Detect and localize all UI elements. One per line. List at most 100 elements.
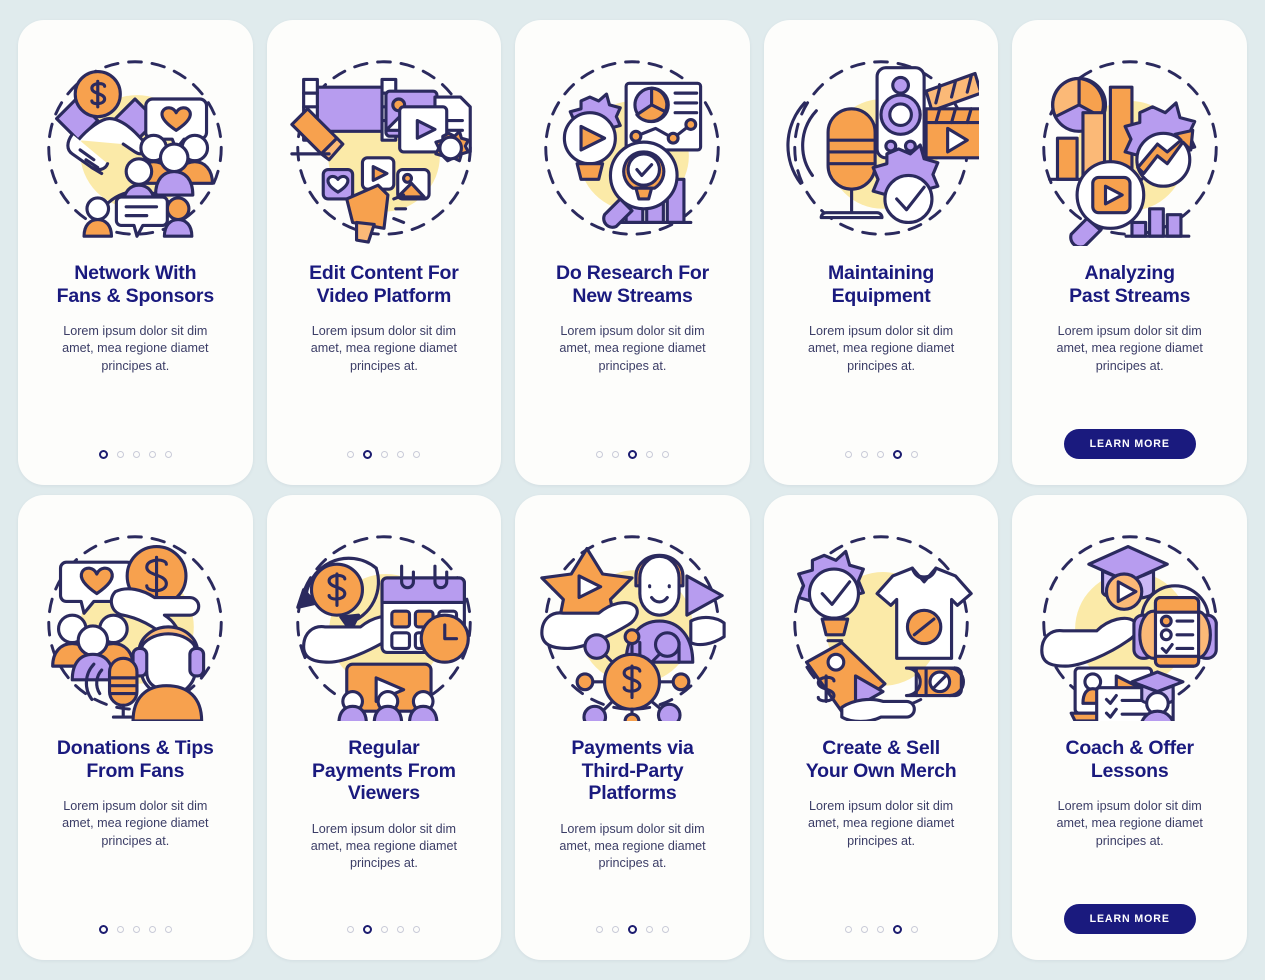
pagination-dot-4[interactable] bbox=[645, 451, 653, 458]
pagination-dot-2[interactable] bbox=[860, 926, 868, 933]
pagination-dot-1[interactable] bbox=[347, 926, 355, 933]
pagination-dot-3[interactable] bbox=[381, 926, 389, 933]
pagination-dot-5[interactable] bbox=[661, 451, 669, 458]
pagination-dots[interactable] bbox=[347, 925, 421, 934]
card-title-line-1: Maintaining bbox=[828, 262, 935, 284]
card-title-line-2: Third-Party bbox=[581, 759, 684, 782]
pagination-dot-5[interactable] bbox=[164, 926, 172, 933]
onboarding-card-maintaining-equipment[interactable]: Maintaining Equipment Lorem ipsum dolor … bbox=[763, 20, 999, 485]
pagination-dot-1[interactable] bbox=[844, 926, 852, 933]
pagination-dot-5[interactable] bbox=[661, 926, 669, 933]
card-title-line-1: Regular bbox=[348, 737, 420, 759]
illustration-research-analytics bbox=[544, 60, 721, 236]
pagination-dots[interactable] bbox=[844, 450, 918, 459]
card-title: Analyzing Past Streams bbox=[1069, 262, 1190, 307]
pagination-dot-1[interactable] bbox=[347, 451, 355, 458]
card-title: Payments via Third-Party Platforms bbox=[571, 737, 693, 805]
pagination-dot-4[interactable] bbox=[148, 926, 156, 933]
pagination-dot-5[interactable] bbox=[910, 926, 918, 933]
pagination-dots[interactable] bbox=[844, 925, 918, 934]
card-body-text: Lorem ipsum dolor sit dim amet, mea regi… bbox=[807, 324, 955, 373]
onboarding-card-analyzing-past-streams[interactable]: Analyzing Past Streams Lorem ipsum dolor… bbox=[1012, 20, 1247, 485]
pagination-dot-4[interactable] bbox=[892, 450, 902, 459]
pagination-dots[interactable] bbox=[595, 450, 669, 459]
card-title: Coach & Offer Lessons bbox=[1065, 737, 1194, 782]
pagination-dot-5[interactable] bbox=[413, 926, 421, 933]
pagination-dot-5[interactable] bbox=[910, 451, 918, 458]
card-title-line-1: Coach & Offer bbox=[1065, 737, 1194, 759]
pagination-dot-1[interactable] bbox=[844, 451, 852, 458]
card-title-line-3: Viewers bbox=[347, 782, 420, 805]
onboarding-card-payments-via-third-party-platforms[interactable]: Payments via Third-Party Platforms Lorem… bbox=[515, 495, 750, 960]
pagination-dot-3[interactable] bbox=[381, 451, 389, 458]
pagination-dot-1[interactable] bbox=[595, 926, 603, 933]
card-title-line-2: Past Streams bbox=[1069, 284, 1191, 307]
onboarding-card-create-sell-your-own-merch[interactable]: Create & Sell Your Own Merch Lorem ipsum… bbox=[763, 495, 999, 960]
card-title-line-1: Create & Sell bbox=[822, 737, 940, 759]
pagination-dot-5[interactable] bbox=[164, 451, 172, 458]
card-title-line-2: Video Platform bbox=[316, 284, 452, 307]
pagination-dot-1[interactable] bbox=[98, 925, 108, 934]
pagination-dot-3[interactable] bbox=[627, 925, 637, 934]
card-title: Edit Content For Video Platform bbox=[309, 262, 459, 307]
card-title: Donations & Tips From Fans bbox=[57, 737, 214, 782]
pagination-dot-1[interactable] bbox=[595, 451, 603, 458]
illustration-analytics-growth bbox=[1041, 60, 1218, 246]
illustration-video-editing-tools bbox=[290, 60, 472, 244]
pagination-dot-2[interactable] bbox=[363, 450, 373, 459]
pagination-dot-3[interactable] bbox=[876, 451, 884, 458]
pagination-dot-4[interactable] bbox=[645, 926, 653, 933]
card-body-text: Lorem ipsum dolor sit dim amet, mea regi… bbox=[559, 324, 706, 373]
learn-more-button[interactable]: LEARN MORE bbox=[1063, 904, 1196, 934]
card-body-text: Lorem ipsum dolor sit dim amet, mea regi… bbox=[1056, 799, 1203, 848]
card-title-line-1: Edit Content For bbox=[309, 262, 459, 284]
onboarding-card-coach-offer-lessons[interactable]: Coach & Offer Lessons Lorem ipsum dolor … bbox=[1012, 495, 1247, 960]
pagination-dot-3[interactable] bbox=[132, 926, 140, 933]
pagination-dot-4[interactable] bbox=[892, 925, 902, 934]
card-title: Do Research For New Streams bbox=[556, 262, 709, 307]
card-body-text: Lorem ipsum dolor sit dim amet, mea regi… bbox=[62, 324, 209, 373]
card-body-text: Lorem ipsum dolor sit dim amet, mea regi… bbox=[559, 821, 706, 871]
pagination-dot-2[interactable] bbox=[116, 451, 124, 458]
pagination-dots[interactable] bbox=[595, 925, 669, 934]
onboarding-card-donations-tips-from-fans[interactable]: Donations & Tips From Fans Lorem ipsum d… bbox=[18, 495, 253, 960]
card-title-line-2: Fans & Sponsors bbox=[56, 284, 215, 307]
pagination-dots[interactable] bbox=[98, 450, 172, 459]
card-title-line-2: Lessons bbox=[1090, 759, 1169, 782]
onboarding-card-regular-payments-from-viewers[interactable]: Regular Payments From Viewers Lorem ipsu… bbox=[266, 495, 502, 960]
card-body-text: Lorem ipsum dolor sit dim amet, mea regi… bbox=[310, 821, 458, 871]
pagination-dots[interactable] bbox=[347, 450, 421, 459]
pagination-dot-2[interactable] bbox=[611, 926, 619, 933]
illustration-handshake-dollar-community bbox=[47, 60, 224, 238]
card-body-text: Lorem ipsum dolor sit dim amet, mea regi… bbox=[1056, 324, 1203, 373]
onboarding-card-network-with-fans-sponsors[interactable]: Network With Fans & Sponsors Lorem ipsum… bbox=[18, 20, 253, 485]
pagination-dot-4[interactable] bbox=[397, 926, 405, 933]
pagination-dot-2[interactable] bbox=[860, 451, 868, 458]
pagination-dot-3[interactable] bbox=[627, 450, 637, 459]
pagination-dots[interactable] bbox=[98, 925, 172, 934]
pagination-dot-3[interactable] bbox=[132, 451, 140, 458]
onboarding-screens-board: Network With Fans & Sponsors Lorem ipsum… bbox=[0, 0, 1265, 980]
pagination-dot-2[interactable] bbox=[363, 925, 373, 934]
card-title-line-1: Donations & Tips bbox=[56, 737, 214, 759]
illustration-merch-creation bbox=[793, 535, 973, 721]
card-title-line-1: Network With bbox=[74, 262, 197, 284]
card-body-text: Lorem ipsum dolor sit dim amet, mea regi… bbox=[807, 799, 955, 848]
pagination-dot-2[interactable] bbox=[116, 926, 124, 933]
card-body-text: Lorem ipsum dolor sit dim amet, mea regi… bbox=[310, 324, 458, 373]
illustration-third-party-payments bbox=[540, 535, 727, 721]
pagination-dot-5[interactable] bbox=[413, 451, 421, 458]
illustration-donations-streamer bbox=[47, 535, 224, 721]
card-title-line-1: Analyzing bbox=[1084, 262, 1175, 284]
card-title: Maintaining Equipment bbox=[828, 262, 934, 307]
onboarding-card-edit-content-for-video-platform[interactable]: Edit Content For Video Platform Lorem ip… bbox=[266, 20, 502, 485]
card-title: Create & Sell Your Own Merch bbox=[806, 737, 957, 782]
pagination-dot-2[interactable] bbox=[611, 451, 619, 458]
pagination-dot-4[interactable] bbox=[397, 451, 405, 458]
learn-more-button[interactable]: LEARN MORE bbox=[1063, 429, 1196, 459]
card-body-text: Lorem ipsum dolor sit dim amet, mea regi… bbox=[62, 799, 209, 848]
pagination-dot-1[interactable] bbox=[98, 450, 108, 459]
pagination-dot-3[interactable] bbox=[876, 926, 884, 933]
pagination-dot-4[interactable] bbox=[148, 451, 156, 458]
onboarding-card-do-research-for-new-streams[interactable]: Do Research For New Streams Lorem ipsum … bbox=[515, 20, 750, 485]
